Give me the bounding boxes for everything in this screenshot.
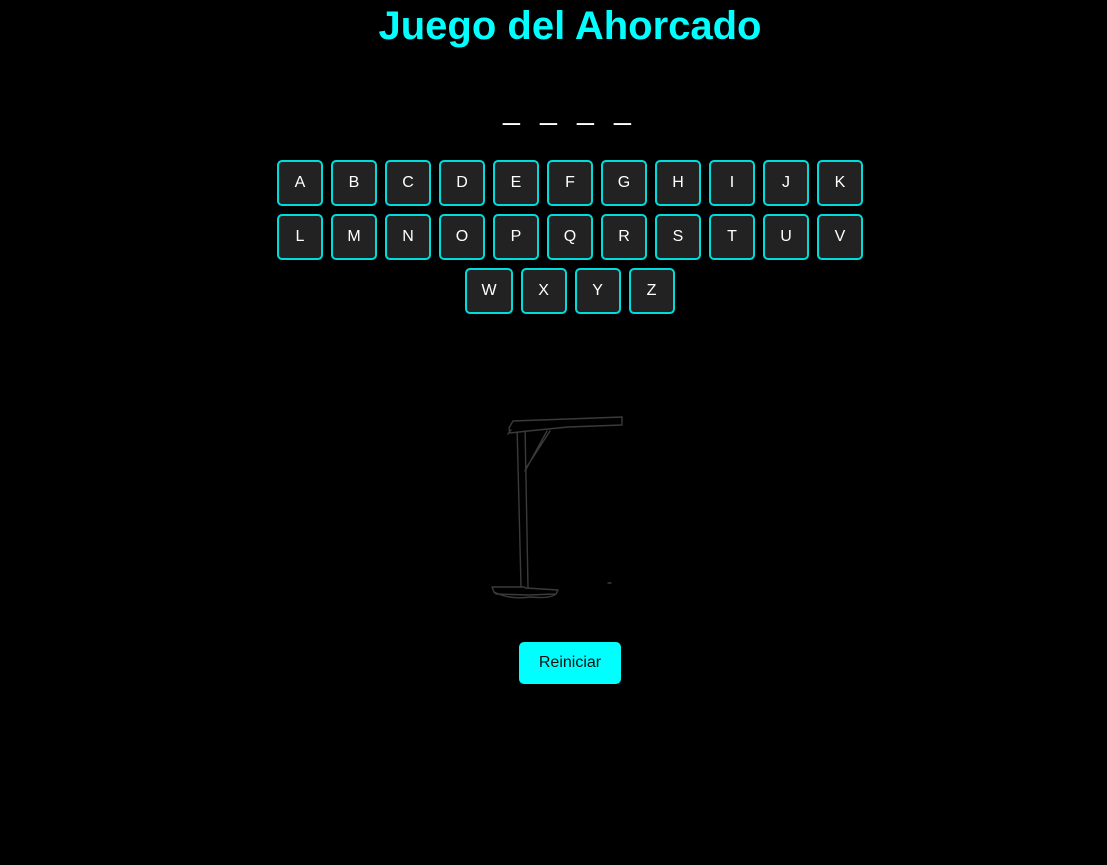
page-title: Juego del Ahorcado <box>378 4 762 48</box>
word-display: _ _ _ _ <box>503 93 637 126</box>
letter-key-u[interactable]: U <box>763 214 809 260</box>
letter-key-y[interactable]: Y <box>574 268 621 314</box>
letter-key-v[interactable]: V <box>817 214 863 260</box>
letter-key-p[interactable]: P <box>493 214 539 260</box>
letter-key-e[interactable]: E <box>493 160 539 206</box>
letter-key-o[interactable]: O <box>439 214 485 260</box>
keyboard-row-2: L M N O P Q R S T U V <box>260 214 880 260</box>
keyboard-row-1: A B C D E F G H I J K <box>260 160 880 206</box>
letter-key-d[interactable]: D <box>439 160 485 206</box>
hangman-game-page: Juego del Ahorcado _ _ _ _ A B C D E F G… <box>0 0 1107 865</box>
letter-key-b[interactable]: B <box>331 160 377 206</box>
letter-key-j[interactable]: J <box>763 160 809 206</box>
gallows-icon <box>491 416 623 599</box>
keyboard-row-3: W X Y Z <box>260 268 880 314</box>
letter-keyboard: A B C D E F G H I J K L M N O P Q R S T … <box>260 160 880 322</box>
letter-key-x[interactable]: X <box>520 268 567 314</box>
letter-key-c[interactable]: C <box>385 160 431 206</box>
letter-key-i[interactable]: I <box>709 160 755 206</box>
letter-key-h[interactable]: H <box>655 160 701 206</box>
letter-key-a[interactable]: A <box>277 160 323 206</box>
letter-key-f[interactable]: F <box>547 160 593 206</box>
letter-key-k[interactable]: K <box>817 160 863 206</box>
letter-key-w[interactable]: W <box>465 268 513 314</box>
letter-key-g[interactable]: G <box>601 160 647 206</box>
letter-key-n[interactable]: N <box>385 214 431 260</box>
letter-key-r[interactable]: R <box>601 214 647 260</box>
restart-button[interactable]: Reiniciar <box>519 642 621 684</box>
letter-key-l[interactable]: L <box>277 214 323 260</box>
letter-key-z[interactable]: Z <box>628 268 675 314</box>
letter-key-t[interactable]: T <box>709 214 755 260</box>
letter-key-s[interactable]: S <box>655 214 701 260</box>
hangman-image <box>480 405 640 610</box>
letter-key-m[interactable]: M <box>331 214 377 260</box>
letter-key-q[interactable]: Q <box>547 214 593 260</box>
